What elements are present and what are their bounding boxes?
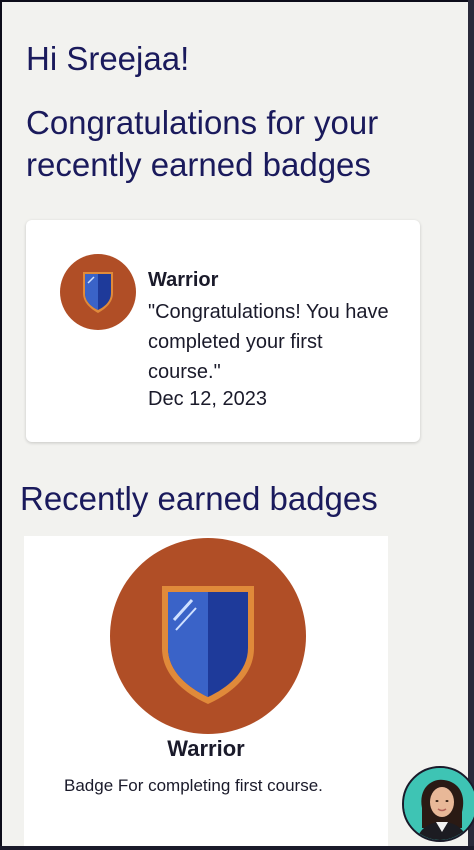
badges-page: Hi Sreejaa! Congratulations for your rec… xyxy=(2,2,468,846)
greeting-text: Hi Sreejaa! xyxy=(26,40,190,77)
shield-badge-icon xyxy=(60,254,136,330)
recent-badges-title: Recently earned badges xyxy=(20,480,378,517)
latest-badge-name: Warrior xyxy=(148,269,219,291)
badge-description: Badge For completing first course. xyxy=(64,776,323,795)
shield-icon xyxy=(162,586,254,704)
badge-name: Warrior xyxy=(167,736,245,761)
shield-badge-icon xyxy=(110,538,306,734)
bottom-edge xyxy=(0,846,474,850)
latest-badge-message: "Congratulations! You have completed you… xyxy=(148,301,389,383)
scrollbar-edge xyxy=(468,0,474,850)
latest-badge-card[interactable]: Warrior "Congratulations! You have compl… xyxy=(26,220,420,442)
assistant-avatar-icon[interactable] xyxy=(402,766,474,842)
badge-tile[interactable]: Warrior Badge For completing first cours… xyxy=(24,536,388,846)
latest-badge-date: Dec 12, 2023 xyxy=(148,388,267,410)
shield-icon xyxy=(83,272,113,313)
congrats-heading: Congratulations for your recently earned… xyxy=(26,104,379,183)
person-icon xyxy=(404,768,474,840)
